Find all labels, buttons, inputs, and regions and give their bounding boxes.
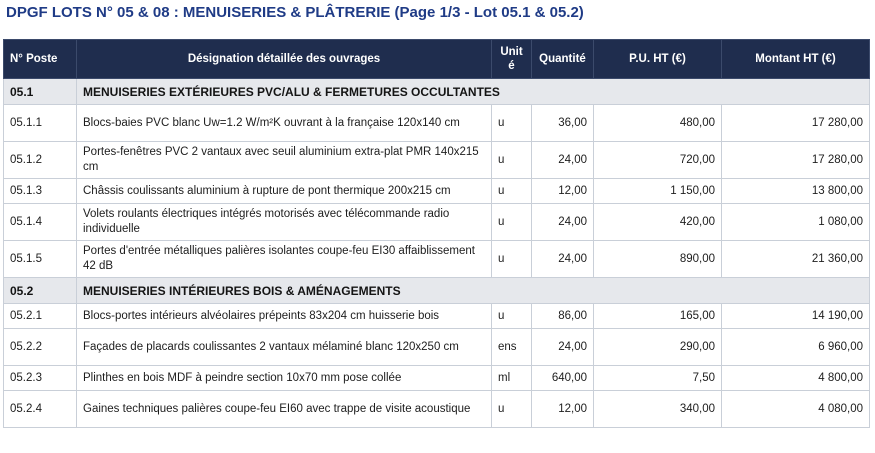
montant-cell: 17 280,00 [721,104,870,142]
table-row: 05.2.4 Gaines techniques palières coupe-… [3,390,870,428]
column-header-pu: P.U. HT (€) [593,39,722,79]
poste-cell: 05.2.1 [3,303,77,329]
designation-cell: Portes d'entrée métalliques palières iso… [76,240,492,278]
section-row: 05.1 MENUISERIES EXTÉRIEURES PVC/ALU & F… [3,78,870,105]
section-title: MENUISERIES EXTÉRIEURES PVC/ALU & FERMET… [76,78,870,105]
montant-cell: 4 080,00 [721,390,870,428]
designation-cell: Châssis coulissants aluminium à rupture … [76,178,492,204]
unit-cell: u [491,104,532,142]
designation-cell: Volets roulants électriques intégrés mot… [76,203,492,241]
quantite-cell: 24,00 [531,328,594,366]
section-row: 05.2 MENUISERIES INTÉRIEURES BOIS & AMÉN… [3,277,870,304]
table-row: 05.1.3 Châssis coulissants aluminium à r… [3,178,870,204]
quantite-cell: 86,00 [531,303,594,329]
quantite-cell: 24,00 [531,240,594,278]
designation-cell: Blocs-portes intérieurs alvéolaires prép… [76,303,492,329]
unit-cell: u [491,203,532,241]
section-title: MENUISERIES INTÉRIEURES BOIS & AMÉNAGEME… [76,277,870,304]
quantite-cell: 12,00 [531,390,594,428]
table-row: 05.2.3 Plinthes en bois MDF à peindre se… [3,365,870,391]
table-header: N° Poste Désignation détaillée des ouvra… [3,39,870,79]
montant-cell: 4 800,00 [721,365,870,391]
poste-cell: 05.1.5 [3,240,77,278]
designation-cell: Façades de placards coulissantes 2 vanta… [76,328,492,366]
column-header-poste: N° Poste [3,39,77,79]
montant-cell: 13 800,00 [721,178,870,204]
poste-cell: 05.1.1 [3,104,77,142]
section-code: 05.2 [3,277,77,304]
montant-cell: 6 960,00 [721,328,870,366]
poste-cell: 05.1.2 [3,141,77,179]
column-header-quantite: Quantité [531,39,594,79]
designation-cell: Blocs-baies PVC blanc Uw=1.2 W/m²K ouvra… [76,104,492,142]
unit-cell: u [491,303,532,329]
dpgf-page: DPGF LOTS N° 05 & 08 : MENUISERIES & PLÂ… [0,0,875,453]
designation-cell: Gaines techniques palières coupe-feu EI6… [76,390,492,428]
table-row: 05.2.2 Façades de placards coulissantes … [3,328,870,366]
montant-cell: 1 080,00 [721,203,870,241]
designation-cell: Portes-fenêtres PVC 2 vantaux avec seuil… [76,141,492,179]
montant-cell: 21 360,00 [721,240,870,278]
poste-cell: 05.2.4 [3,390,77,428]
quantite-cell: 640,00 [531,365,594,391]
unit-cell: u [491,390,532,428]
pu-cell: 340,00 [593,390,722,428]
document-title: DPGF LOTS N° 05 & 08 : MENUISERIES & PLÂ… [6,4,584,21]
unit-cell: u [491,240,532,278]
pu-cell: 1 150,00 [593,178,722,204]
quantite-cell: 12,00 [531,178,594,204]
pu-cell: 290,00 [593,328,722,366]
unit-header-line2: é [508,60,515,72]
poste-cell: 05.1.3 [3,178,77,204]
pu-cell: 480,00 [593,104,722,142]
table-row: 05.1.5 Portes d'entrée métalliques paliè… [3,240,870,278]
unit-cell: u [491,141,532,179]
pu-cell: 165,00 [593,303,722,329]
montant-cell: 17 280,00 [721,141,870,179]
poste-cell: 05.2.2 [3,328,77,366]
designation-cell: Plinthes en bois MDF à peindre section 1… [76,365,492,391]
unit-header-line1: Unit [500,46,523,58]
table-row: 05.1.4 Volets roulants électriques intég… [3,203,870,241]
pu-cell: 420,00 [593,203,722,241]
quantite-cell: 24,00 [531,203,594,241]
column-header-montant: Montant HT (€) [721,39,870,79]
section-code: 05.1 [3,78,77,105]
montant-cell: 14 190,00 [721,303,870,329]
unit-cell: ml [491,365,532,391]
unit-cell: ens [491,328,532,366]
column-header-unite: Unit é [491,39,532,79]
table-row: 05.1.2 Portes-fenêtres PVC 2 vantaux ave… [3,141,870,179]
pu-cell: 890,00 [593,240,722,278]
quantite-cell: 36,00 [531,104,594,142]
pu-cell: 720,00 [593,141,722,179]
poste-cell: 05.2.3 [3,365,77,391]
pu-cell: 7,50 [593,365,722,391]
table-row: 05.1.1 Blocs-baies PVC blanc Uw=1.2 W/m²… [3,104,870,142]
column-header-designation: Désignation détaillée des ouvrages [76,39,492,79]
table-body: 05.1 MENUISERIES EXTÉRIEURES PVC/ALU & F… [3,78,870,428]
dpgf-table: N° Poste Désignation détaillée des ouvra… [3,39,870,428]
poste-cell: 05.1.4 [3,203,77,241]
quantite-cell: 24,00 [531,141,594,179]
unit-cell: u [491,178,532,204]
table-row: 05.2.1 Blocs-portes intérieurs alvéolair… [3,303,870,329]
